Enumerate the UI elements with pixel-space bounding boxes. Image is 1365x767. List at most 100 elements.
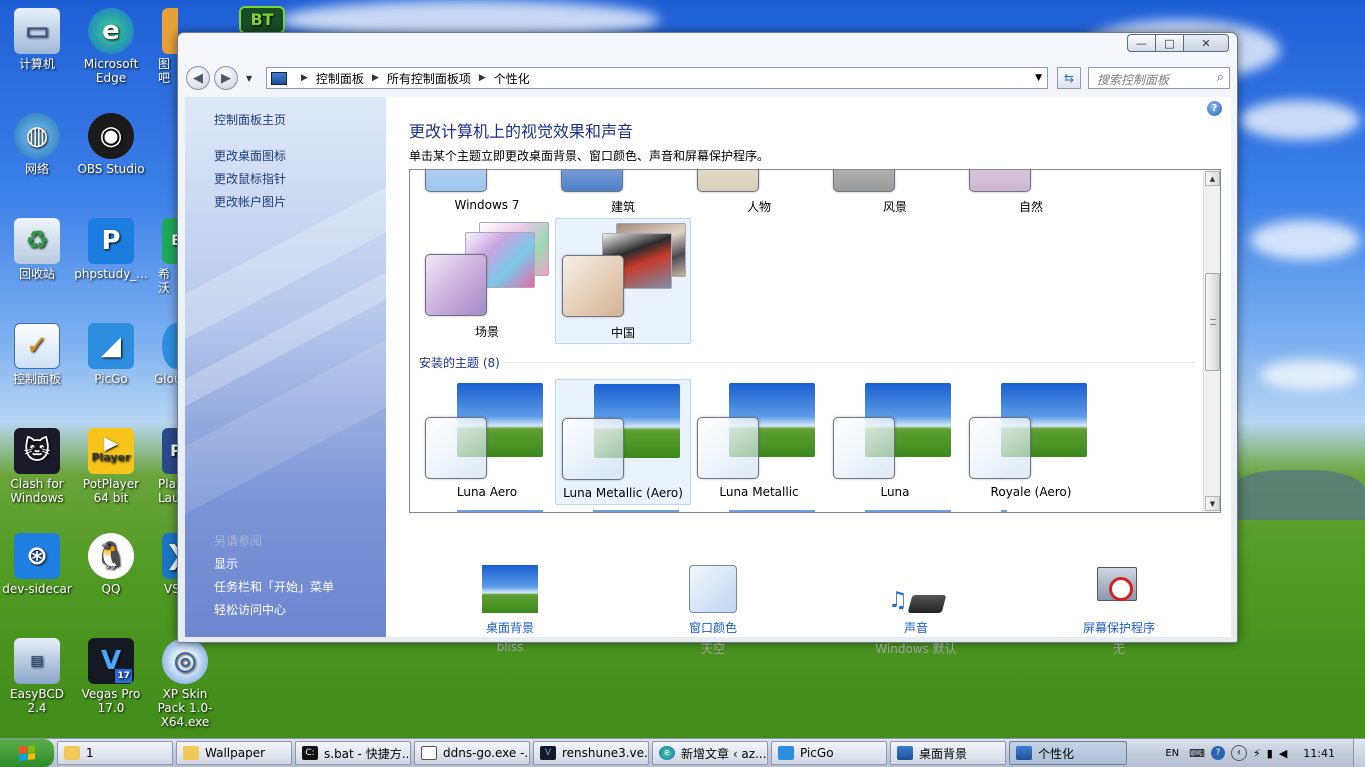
- ease-of-access-link[interactable]: 轻松访问中心: [214, 601, 286, 618]
- control-panel-icon: ✓: [14, 323, 60, 369]
- desktop-icon-potplayer[interactable]: ▶ Player PotPlayer 64 bit: [74, 428, 148, 505]
- change-desktop-icons-link[interactable]: 更改桌面图标: [214, 147, 286, 164]
- clock[interactable]: 11:41: [1303, 747, 1335, 760]
- taskbar-item-vegas[interactable]: Vrenshune3.ve...: [533, 741, 649, 765]
- theme-list[interactable]: Windows 7 建筑 人物 风景 自然 场景 中国 安装的主题 (8) Lu…: [409, 169, 1221, 513]
- window-color-link[interactable]: 窗口颜色: [648, 619, 778, 636]
- cmd-icon: C:: [302, 746, 318, 760]
- seewo-icon: E: [162, 218, 178, 264]
- scroll-up-icon[interactable]: ▲: [1205, 171, 1220, 186]
- show-desktop-button[interactable]: [1353, 739, 1365, 767]
- screen-saver-setting[interactable]: 屏幕保护程序 无: [1054, 565, 1184, 657]
- desktop-icon-bt[interactable]: BT: [238, 6, 286, 34]
- sounds-setting[interactable]: ♫ 声音 Windows 默认: [851, 565, 981, 657]
- display-link[interactable]: 显示: [214, 555, 238, 572]
- change-account-picture-link[interactable]: 更改帐户图片: [214, 193, 286, 210]
- network-tray-icon[interactable]: ▮: [1267, 747, 1273, 760]
- forward-button[interactable]: ▶: [214, 66, 238, 90]
- desktop-icon-easybcd[interactable]: ▤ EasyBCD 2.4: [0, 638, 74, 715]
- desktop-icon-control-panel[interactable]: ✓ 控制面板: [0, 323, 74, 386]
- window-color-setting[interactable]: 窗口颜色 天空: [648, 565, 778, 657]
- taskbar-start-menu-link[interactable]: 任务栏和「开始」菜单: [214, 578, 334, 595]
- breadcrumb-chevron-icon[interactable]: ▶: [372, 73, 379, 83]
- desktop-icon-recycle-bin[interactable]: ♻ 回收站: [0, 218, 74, 281]
- desktop-background-setting[interactable]: 桌面背景 bliss: [445, 565, 575, 654]
- desktop-icon-obs[interactable]: ◉ OBS Studio: [74, 113, 148, 176]
- theme-luna-metallic[interactable]: Luna Metallic: [691, 379, 827, 505]
- close-button[interactable]: ✕: [1183, 34, 1229, 52]
- taskbar-item-desktop-background[interactable]: 桌面背景: [890, 741, 1006, 765]
- theme-characters[interactable]: 人物: [691, 170, 827, 214]
- search-input[interactable]: 搜索控制面板 ⌕: [1088, 67, 1230, 89]
- taskbar-item-folder-1[interactable]: 1: [57, 741, 173, 765]
- search-icon[interactable]: ⌕: [1217, 70, 1224, 85]
- desktop-icon-xp-skin-pack[interactable]: ◎ XP Skin Pack 1.0-X64.exe: [148, 638, 222, 729]
- screen-saver-link[interactable]: 屏幕保护程序: [1054, 619, 1184, 636]
- theme-china[interactable]: 中国: [555, 218, 691, 344]
- taskbar-item-personalization[interactable]: 个性化: [1009, 741, 1127, 765]
- desktop-icon-tuba[interactable]: 图吧: [148, 8, 178, 85]
- language-indicator[interactable]: EN: [1165, 748, 1179, 759]
- volume-icon[interactable]: ◀: [1279, 747, 1287, 760]
- breadcrumb-chevron-icon[interactable]: ▶: [479, 73, 486, 83]
- desktop-background-link[interactable]: 桌面背景: [445, 619, 575, 636]
- change-mouse-pointers-link[interactable]: 更改鼠标指针: [214, 170, 286, 187]
- desktop-icon-launcher[interactable]: P Pla Laun: [148, 428, 178, 505]
- obs-icon: ◉: [88, 113, 134, 159]
- desktop-icon-edge[interactable]: e Microsoft Edge: [74, 8, 148, 85]
- theme-windows7[interactable]: Windows 7: [419, 170, 555, 212]
- recycle-bin-icon: ♻: [14, 218, 60, 264]
- taskbar-item-picgo[interactable]: PicGo: [771, 741, 887, 765]
- control-panel-home-link[interactable]: 控制面板主页: [214, 111, 286, 128]
- breadcrumb-control-panel[interactable]: 控制面板: [316, 70, 364, 87]
- breadcrumb-personalization[interactable]: 个性化: [494, 70, 530, 87]
- taskbar-item-sbat[interactable]: C: s.bat - 快捷方...: [295, 741, 411, 765]
- theme-nature[interactable]: 自然: [963, 170, 1099, 214]
- address-bar[interactable]: ▶ 控制面板 ▶ 所有控制面板项 ▶ 个性化 ▼: [266, 67, 1048, 89]
- power-icon[interactable]: ⚡: [1253, 747, 1261, 760]
- theme-luna-aero[interactable]: Luna Aero: [419, 379, 555, 505]
- scroll-down-icon[interactable]: ▼: [1205, 496, 1220, 511]
- group-divider: [505, 362, 1195, 363]
- taskbar-item-edge[interactable]: e 新增文章 ‹ az...: [652, 741, 768, 765]
- control-panel-small-icon: [271, 71, 287, 85]
- desktop-icon-clash[interactable]: 🐱 Clash for Windows: [0, 428, 74, 505]
- sounds-link[interactable]: 声音: [851, 619, 981, 636]
- left-nav-pane: 控制面板主页 更改桌面图标 更改鼠标指针 更改帐户图片 另请参阅 显示 任务栏和…: [185, 97, 386, 637]
- desktop-icon-glou[interactable]: Glou: [148, 323, 178, 386]
- back-button[interactable]: ◀: [186, 66, 210, 90]
- start-button[interactable]: [0, 739, 54, 767]
- desktop-icon-picgo[interactable]: ◢ PicGo: [74, 323, 148, 386]
- theme-list-scrollbar[interactable]: ▲ ▼: [1203, 170, 1220, 512]
- desktop-icon-computer[interactable]: ▭ 计算机: [0, 8, 74, 71]
- theme-thumbnail: [562, 255, 624, 317]
- breadcrumb-all-items[interactable]: 所有控制面板项: [387, 70, 471, 87]
- theme-luna[interactable]: Luna: [827, 379, 963, 505]
- desktop-icon-phpstudy[interactable]: P phpstudy_...: [74, 218, 148, 281]
- installer-disc-icon: ◎: [162, 638, 208, 684]
- desktop-icon-network[interactable]: ◍ 网络: [0, 113, 74, 176]
- taskbar-item-wallpaper[interactable]: Wallpaper: [176, 741, 292, 765]
- desktop-icon-qq[interactable]: 🐧 QQ: [74, 533, 148, 596]
- theme-architecture[interactable]: 建筑: [555, 170, 691, 214]
- input-method-icon[interactable]: ⌨: [1189, 747, 1205, 760]
- theme-luna-metallic-aero[interactable]: Luna Metallic (Aero): [555, 379, 691, 505]
- theme-scenes[interactable]: 场景: [419, 218, 555, 344]
- scrollbar-thumb[interactable]: [1205, 273, 1220, 371]
- address-dropdown-icon[interactable]: ▼: [1035, 73, 1042, 83]
- desktop-icon-seewo[interactable]: E 希沃: [148, 218, 178, 295]
- theme-landscapes[interactable]: 风景: [827, 170, 963, 214]
- recent-pages-dropdown-icon[interactable]: ▼: [246, 74, 252, 83]
- help-icon[interactable]: ?: [1207, 101, 1222, 116]
- desktop-icon-dev-sidecar[interactable]: ⊛ dev-sidecar: [0, 533, 74, 596]
- theme-royale-aero[interactable]: Royale (Aero): [963, 379, 1099, 505]
- expand-tray-icon[interactable]: ‹: [1231, 745, 1248, 761]
- taskbar-item-ddns-go[interactable]: ddns-go.exe -...: [414, 741, 530, 765]
- refresh-button[interactable]: ⇆: [1057, 67, 1081, 89]
- desktop-icon-vegas[interactable]: V 17 Vegas Pro 17.0: [74, 638, 148, 715]
- desktop-icon-label: PicGo: [94, 372, 128, 386]
- maximize-button[interactable]: □: [1155, 34, 1183, 52]
- minimize-button[interactable]: —: [1127, 34, 1155, 52]
- desktop-icon-vs[interactable]: ❯ VS: [148, 533, 178, 596]
- help-icon[interactable]: ?: [1211, 746, 1226, 760]
